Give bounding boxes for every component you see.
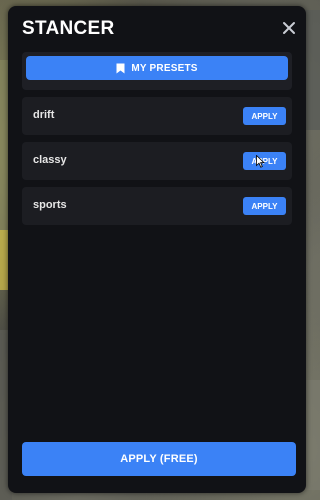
bookmark-icon — [116, 63, 125, 73]
my-presets-label: MY PRESETS — [131, 62, 198, 74]
apply-preset-drift-button[interactable]: APPLY — [243, 107, 286, 125]
preset-row-drift: drift APPLY — [22, 97, 292, 135]
preset-row-sports: sports APPLY — [22, 187, 292, 225]
preset-name: sports — [33, 199, 67, 211]
preset-row-classy: classy APPLY — [22, 142, 292, 180]
preset-name: classy — [33, 154, 67, 166]
close-button[interactable] — [281, 20, 297, 36]
apply-preset-sports-button[interactable]: APPLY — [243, 197, 286, 215]
apply-preset-classy-button[interactable]: APPLY — [243, 152, 286, 170]
panel-title: STANCER — [22, 18, 115, 39]
presets-toolbar: MY PRESETS — [22, 52, 292, 90]
my-presets-button[interactable]: MY PRESETS — [26, 56, 288, 80]
apply-free-button[interactable]: APPLY (FREE) — [22, 442, 296, 476]
stancer-panel: STANCER MY PRESETS drift APPLY classy AP… — [8, 6, 306, 493]
preset-name: drift — [33, 109, 55, 121]
close-icon — [283, 22, 295, 34]
